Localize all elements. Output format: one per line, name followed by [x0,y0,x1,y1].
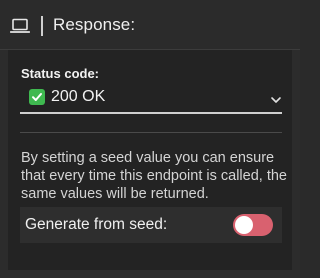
check-icon [29,89,45,105]
generate-from-seed-label: Generate from seed: [25,216,168,233]
toggle-knob[interactable] [235,216,253,234]
status-code-select[interactable]: 200 OK [20,86,282,114]
panel-header: Response: [0,0,300,50]
status-code-label: Status code: [21,66,100,81]
response-card: Status code: 200 OK By setting a seed va… [8,50,292,270]
section-divider [20,132,282,133]
status-code-value: 200 OK [51,88,106,105]
chevron-down-icon[interactable] [270,92,282,103]
generate-from-seed-toggle[interactable] [233,214,273,236]
response-panel: Response: Status code: 200 OK By setting… [0,0,300,278]
seed-description: By setting a seed value you can ensure t… [21,150,287,202]
generate-from-seed-row: Generate from seed: [20,207,282,243]
laptop-icon [9,18,31,34]
panel-title: Response: [53,15,136,34]
header-divider [41,16,43,36]
